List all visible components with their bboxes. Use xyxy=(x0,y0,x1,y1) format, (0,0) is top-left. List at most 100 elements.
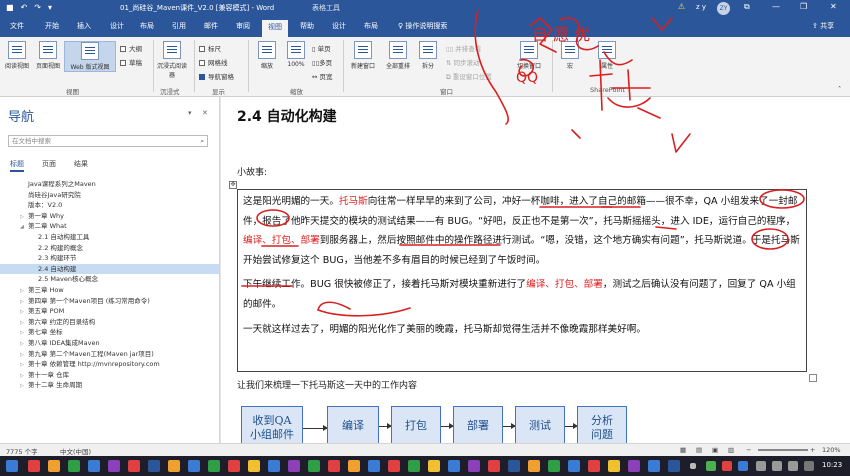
zoom-out-icon[interactable]: − xyxy=(746,446,751,454)
save-icon[interactable]: ■ xyxy=(6,3,14,12)
nav-heading-item[interactable]: ▷ 第四章 第一个Maven项目 (练习常用命令) xyxy=(0,296,219,307)
taskbar-app-icon[interactable] xyxy=(608,460,620,472)
taskbar-app-icon[interactable] xyxy=(128,460,140,472)
print-layout-button[interactable]: 页面视图 xyxy=(33,41,63,70)
avatar[interactable]: ZY xyxy=(717,2,730,15)
tab-home[interactable]: 开始 xyxy=(45,21,59,31)
taskbar-app-icon[interactable] xyxy=(248,460,260,472)
word-taskbar-icon[interactable] xyxy=(148,460,160,472)
table-resize-handle[interactable] xyxy=(809,374,817,382)
arrange-all-button[interactable]: 全部重排 xyxy=(381,41,415,70)
nav-options-icon[interactable]: ▾ xyxy=(188,109,192,117)
tab-help[interactable]: 帮助 xyxy=(300,21,314,31)
tab-design[interactable]: 设计 xyxy=(110,21,124,31)
language-indicator[interactable]: 中文(中国) xyxy=(60,446,91,456)
taskbar-app-icon[interactable] xyxy=(448,460,460,472)
nav-heading-item[interactable]: 2.3 构建环节 xyxy=(0,253,219,264)
clock[interactable]: 10:23 xyxy=(822,461,842,469)
taskbar-app-icon[interactable] xyxy=(408,460,420,472)
taskbar-app-icon[interactable] xyxy=(388,460,400,472)
battery-icon[interactable] xyxy=(788,461,798,471)
immersive-reader-button[interactable]: 沉浸式阅读器 xyxy=(157,41,187,79)
taskbar-app-icon[interactable] xyxy=(468,460,480,472)
taskbar-app-icon[interactable] xyxy=(268,460,280,472)
expand-triangle-icon[interactable]: ▷ xyxy=(20,286,28,297)
expand-triangle-icon[interactable]: ◢ xyxy=(20,222,28,233)
zoom-button[interactable]: 缩放 xyxy=(252,41,282,70)
nav-tab-headings[interactable]: 标题 xyxy=(10,159,24,172)
network-icon[interactable] xyxy=(756,461,766,471)
taskbar-app-icon[interactable] xyxy=(208,460,220,472)
taskbar-app-icon[interactable] xyxy=(88,460,100,472)
nav-close-icon[interactable]: ✕ xyxy=(202,109,208,117)
story-text-box[interactable]: 这是阳光明媚的一天。托马斯向往常一样早早的来到了公司，冲好一杯咖啡，进入了自己的… xyxy=(237,189,807,372)
ime-icon[interactable] xyxy=(804,461,814,471)
tab-references[interactable]: 引用 xyxy=(172,21,186,31)
tab-file[interactable]: 文件 xyxy=(10,21,24,31)
nav-heading-item[interactable]: 版本：V2.0 xyxy=(0,200,219,211)
sync-scroll-button[interactable]: ⇅ 同步滚动 xyxy=(446,57,480,67)
expand-triangle-icon[interactable]: ▷ xyxy=(20,381,28,392)
volume-icon[interactable] xyxy=(772,461,782,471)
zoom-in-icon[interactable]: + xyxy=(810,446,815,454)
table-move-handle-icon[interactable]: ✥ xyxy=(229,181,237,189)
taskbar-app-icon[interactable] xyxy=(328,460,340,472)
expand-triangle-icon[interactable]: ▷ xyxy=(20,339,28,350)
nav-heading-item[interactable]: ▷ 第八章 IDEA集成Maven xyxy=(0,338,219,349)
gridlines-checkbox[interactable]: 网格线 xyxy=(199,57,228,67)
taskbar-app-icon[interactable] xyxy=(588,460,600,472)
nav-heading-item[interactable]: ▷ 第十章 依赖管理 http://mvnrepository.com xyxy=(0,359,219,370)
taskbar-app-icon[interactable] xyxy=(48,460,60,472)
nav-search-input[interactable]: 在文档中搜索 ⌕ xyxy=(8,135,208,147)
tray-app-icon[interactable] xyxy=(722,461,732,471)
restore-icon[interactable]: ❐ xyxy=(800,2,807,11)
warning-icon[interactable]: ⚠ xyxy=(678,2,685,11)
switch-window-button[interactable]: 切换窗口 xyxy=(512,41,546,70)
page-width-button[interactable]: ↔ 页宽 xyxy=(312,71,333,81)
taskbar-app-icon[interactable] xyxy=(68,460,80,472)
draft-button[interactable]: 草稿 xyxy=(120,57,142,67)
nav-heading-item[interactable]: ▷ 第十一章 仓库 xyxy=(0,370,219,381)
one-page-button[interactable]: ▯ 单页 xyxy=(312,43,331,53)
tab-insert[interactable]: 插入 xyxy=(77,21,91,31)
redo-icon[interactable]: ↷ xyxy=(34,3,41,12)
taskbar-app-icon[interactable] xyxy=(288,460,300,472)
nav-heading-item[interactable]: 2.2 构建的概念 xyxy=(0,243,219,254)
nav-tab-pages[interactable]: 页面 xyxy=(42,159,56,172)
taskbar-app-icon[interactable] xyxy=(348,460,360,472)
taskbar-app-icon[interactable] xyxy=(568,460,580,472)
split-button[interactable]: 拆分 xyxy=(415,41,441,70)
nav-pane-checkbox[interactable]: 导航窗格 xyxy=(199,71,234,81)
nav-heading-item[interactable]: 2.5 Maven核心概念 xyxy=(0,274,219,285)
nav-heading-item[interactable]: ◢ 第二章 What xyxy=(0,221,219,232)
taskbar-app-icon[interactable] xyxy=(228,460,240,472)
document-page[interactable]: 2.4 自动化构建 小故事: ✥ 这是阳光明媚的一天。托马斯向往常一样早早的来到… xyxy=(221,97,850,456)
undo-icon[interactable]: ↶ xyxy=(21,3,28,12)
taskbar-app-icon[interactable] xyxy=(668,460,680,472)
web-layout-status-icon[interactable]: ▥ xyxy=(728,446,734,454)
taskbar-app-icon[interactable] xyxy=(528,460,540,472)
nav-tab-results[interactable]: 结果 xyxy=(74,159,88,172)
nav-heading-item[interactable]: ▷ 第九章 第二个Maven工程(Maven jar项目) xyxy=(0,349,219,360)
minimize-icon[interactable]: — xyxy=(772,2,780,11)
zoom-level[interactable]: 120% xyxy=(822,446,841,454)
taskbar-app-icon[interactable] xyxy=(628,460,640,472)
tray-arrow-icon[interactable] xyxy=(690,463,696,469)
nav-heading-item[interactable]: ▷ 第一章 Why xyxy=(0,211,219,222)
nav-heading-item[interactable]: 2.4 自动构建 xyxy=(0,263,219,275)
nav-heading-item[interactable]: ▷ 第七章 坐标 xyxy=(0,327,219,338)
taskbar-app-icon[interactable] xyxy=(548,460,560,472)
search-icon[interactable]: ⌕ xyxy=(200,136,204,146)
tab-mailings[interactable]: 邮件 xyxy=(204,21,218,31)
macros-button[interactable]: 宏 xyxy=(556,41,584,70)
tray-app-icon[interactable] xyxy=(706,461,716,471)
tab-table-design[interactable]: 设计 xyxy=(332,21,346,31)
multi-page-button[interactable]: ▯▯多页 xyxy=(312,57,332,67)
side-by-side-button[interactable]: ▯▯ 并排查看 xyxy=(446,43,481,53)
taskbar-app-icon[interactable] xyxy=(108,460,120,472)
nav-heading-item[interactable]: ▷ 第六章 约定的目录结构 xyxy=(0,317,219,328)
word-count[interactable]: 7775 个字 xyxy=(6,446,38,456)
nav-heading-item[interactable]: ▷ 第三章 How xyxy=(0,285,219,296)
zoom-slider[interactable] xyxy=(758,449,808,451)
taskbar-app-icon[interactable] xyxy=(28,460,40,472)
